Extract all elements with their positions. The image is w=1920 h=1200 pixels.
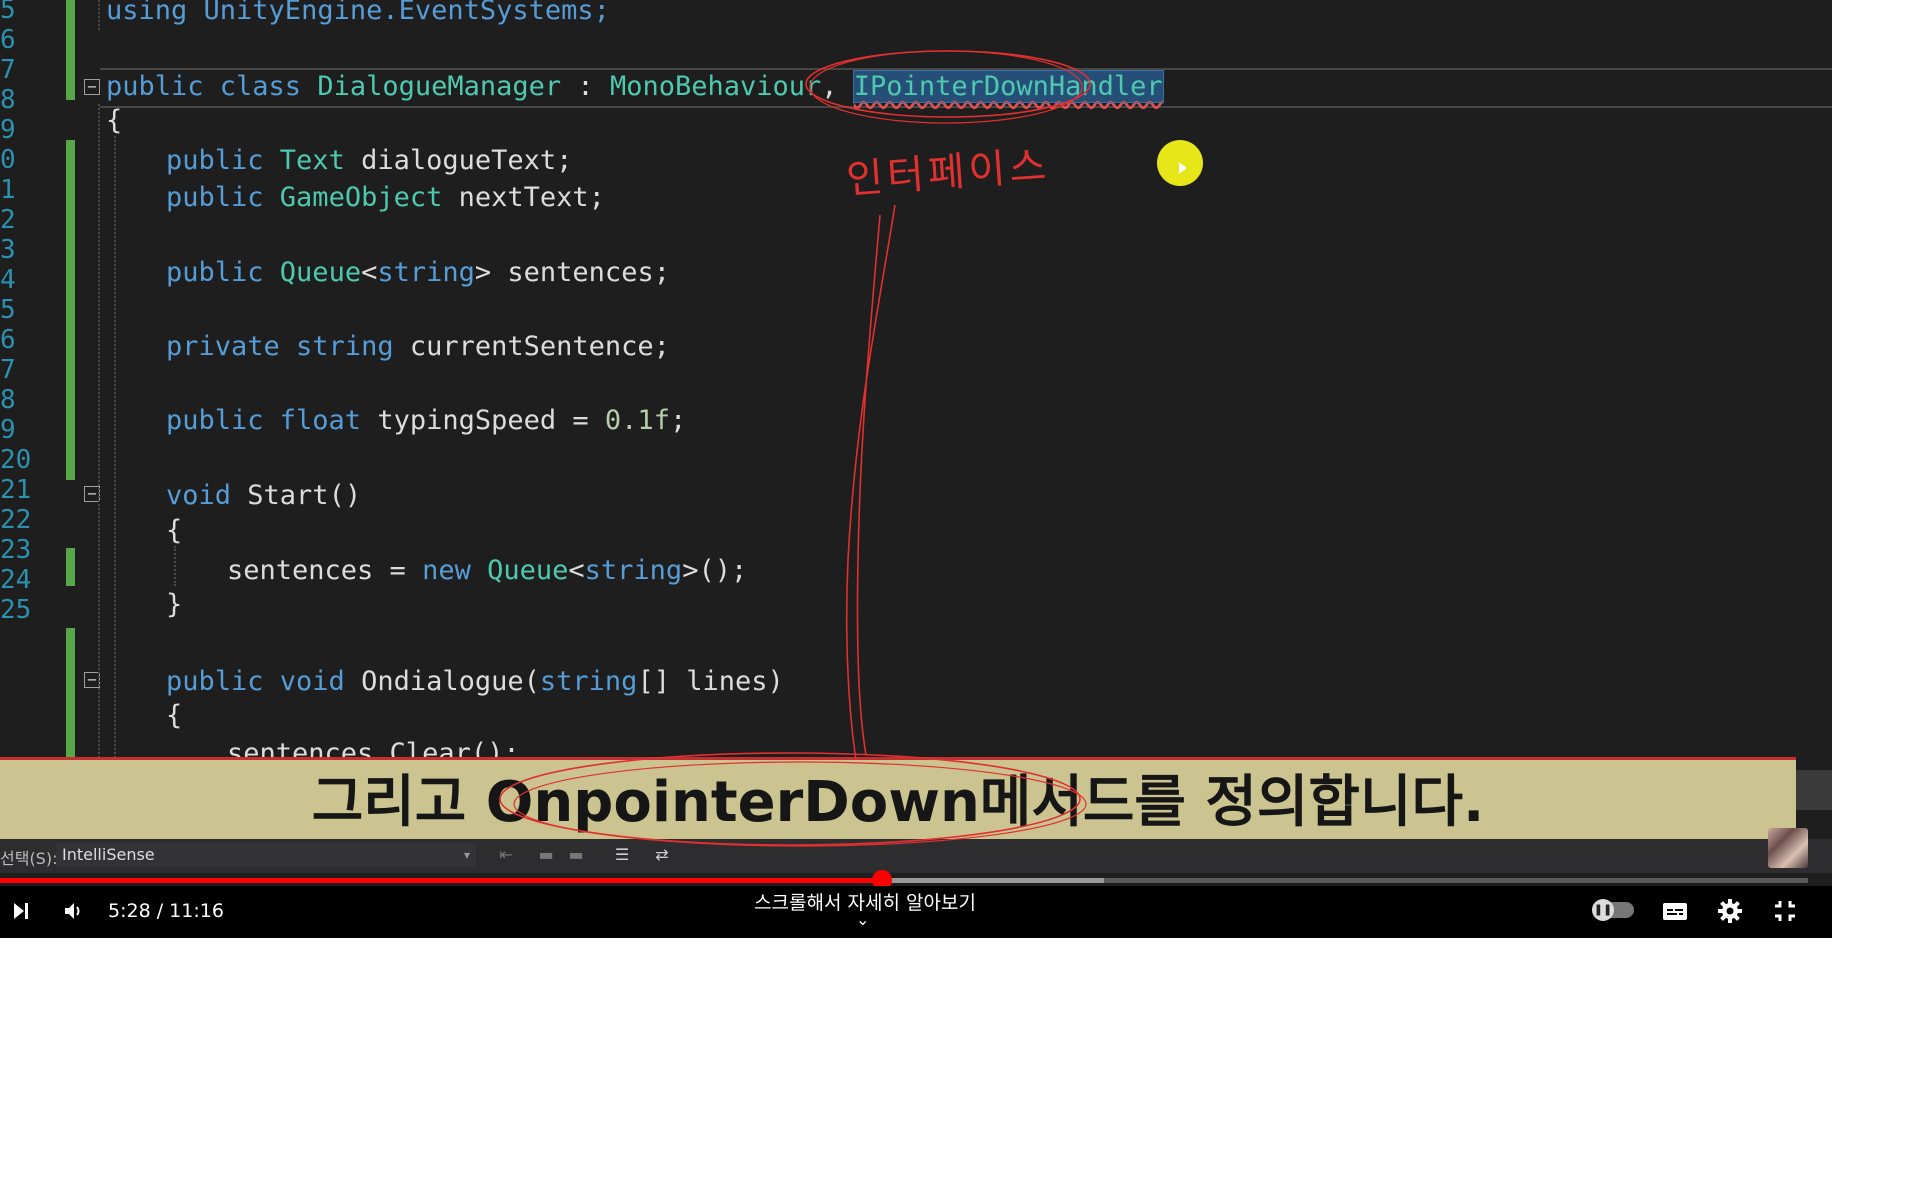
change-marker [66, 628, 75, 770]
code-line: private string currentSentence; [166, 331, 670, 362]
swap-icon[interactable]: ⇄ [652, 845, 672, 865]
code-line: public Queue<string> sentences; [166, 257, 670, 288]
code-line: using UnityEngine.EventSystems; [106, 0, 610, 26]
exit-fullscreen-icon[interactable] [1768, 894, 1802, 928]
select-value: IntelliSense [62, 845, 155, 864]
volume-icon[interactable] [56, 894, 90, 928]
change-marker [66, 140, 75, 480]
indent-guide [98, 104, 100, 770]
change-marker [66, 548, 75, 586]
skip-next-icon[interactable] [4, 894, 38, 928]
code-line: void Start() [166, 480, 362, 511]
selected-identifier[interactable]: IPointerDownHandler [852, 70, 1164, 103]
chevron-down-icon: ▾ [463, 848, 470, 862]
player-controls: 5:28 / 11:16 스크롤해서 자세히 알아보기 ⌄ ❚❚ [0, 886, 1832, 938]
line-number: 25 [0, 595, 32, 625]
code-line: public void Ondialogue(string[] lines) [166, 666, 784, 697]
scrollbar-stub [1796, 770, 1832, 810]
progress-played [0, 878, 882, 883]
pause-icon: ❚❚ [1592, 899, 1614, 921]
outdent-icon[interactable]: ⇤ [496, 845, 516, 865]
chevron-down-icon[interactable]: ⌄ [856, 910, 869, 929]
mouse-cursor-highlight [1157, 140, 1203, 186]
code-line: sentences = new Queue<string>(); [227, 555, 748, 586]
code-line: } [166, 589, 183, 620]
code-line: public GameObject nextText; [166, 182, 605, 213]
change-marker [66, 0, 75, 100]
subtitle-banner: 그리고 OnpointerDown메서드를 정의합니다. [0, 757, 1796, 842]
indent-guide [114, 136, 116, 770]
webcam-thumbnail [1768, 828, 1808, 868]
progress-bar[interactable] [0, 870, 1808, 890]
code-line: public class DialogueManager : MonoBehav… [106, 70, 1164, 103]
select-label: 선택(S): [0, 849, 58, 868]
code-line: { [166, 515, 183, 546]
intellisense-select[interactable]: IntelliSense ▾ [56, 843, 476, 867]
video-player[interactable]: 5 6 7 8 9 0 1 2 3 4 5 6 7 8 9 20 21 22 2… [0, 0, 1832, 938]
format-list-icon[interactable]: ☰ [612, 845, 632, 865]
collapse-icon[interactable]: − [84, 79, 100, 95]
code-line: { [166, 700, 183, 731]
subtitle-text: 그리고 OnpointerDown메서드를 정의합니다. [311, 770, 1485, 835]
indent-guide [174, 546, 176, 586]
editor-bottom-bar: 선택(S): IntelliSense ▾ ⇤ ▬ ▬ ☰ ⇄ [0, 839, 1832, 873]
autoplay-toggle-icon[interactable]: ❚❚ [1592, 899, 1634, 921]
indent-guide [98, 0, 100, 30]
subtitles-icon[interactable] [1658, 894, 1692, 928]
time-display: 5:28 / 11:16 [108, 900, 224, 922]
code-line: { [106, 105, 123, 136]
code-line: public float typingSpeed = 0.1f; [166, 405, 687, 436]
code-line: public Text dialogueText; [166, 145, 573, 176]
code-editor-frame: 5 6 7 8 9 0 1 2 3 4 5 6 7 8 9 20 21 22 2… [0, 0, 1832, 770]
comment-icon[interactable]: ▬ [536, 845, 556, 865]
uncomment-icon[interactable]: ▬ [566, 845, 586, 865]
gear-icon[interactable] [1713, 894, 1747, 928]
